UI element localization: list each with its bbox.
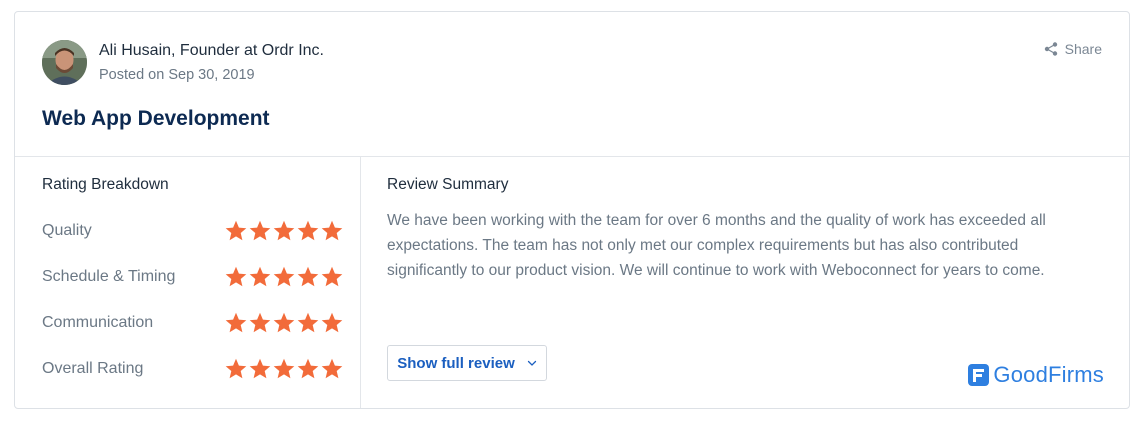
star-icon: [273, 266, 295, 287]
review-summary-text: We have been working with the team for o…: [387, 212, 1046, 279]
show-full-review-label: Show full review: [397, 354, 515, 372]
rating-row: Quality: [42, 219, 344, 243]
star-icon: [297, 266, 319, 287]
star-icon: [273, 312, 295, 333]
share-button[interactable]: Share: [1044, 41, 1102, 57]
share-icon: [1044, 42, 1057, 56]
rating-row: Overall Rating: [42, 357, 344, 381]
star-icon: [225, 312, 247, 333]
star-icon: [249, 312, 271, 333]
rating-label: Quality: [42, 222, 92, 239]
star-icon: [249, 220, 271, 241]
rating-breakdown: Rating Breakdown Quality Schedule & Timin…: [15, 156, 361, 408]
avatar: [42, 40, 87, 85]
review-title: Web App Development: [42, 107, 270, 130]
star-icon: [321, 312, 343, 333]
star-icon: [321, 220, 343, 241]
show-full-review-button[interactable]: Show full review: [387, 345, 547, 381]
star-icon: [249, 358, 271, 379]
star-rating: [224, 219, 344, 243]
rating-breakdown-heading: Rating Breakdown: [42, 176, 169, 193]
star-icon: [321, 358, 343, 379]
author-name: Ali Husain, Founder at Ordr Inc.: [99, 42, 324, 59]
goodfirms-logo-icon: [968, 364, 990, 386]
chevron-down-icon: [527, 360, 536, 366]
star-rating: [224, 357, 344, 381]
rating-row: Communication: [42, 311, 344, 335]
star-icon: [321, 266, 343, 287]
star-icon: [297, 220, 319, 241]
posted-date: Posted on Sep 30, 2019: [99, 67, 255, 83]
star-rating: [224, 311, 344, 335]
rating-row: Schedule & Timing: [42, 265, 344, 289]
star-icon: [225, 220, 247, 241]
avatar-image: [42, 40, 87, 85]
star-rating: [224, 265, 344, 289]
rating-label: Overall Rating: [42, 360, 144, 377]
star-icon: [273, 220, 295, 241]
star-icon: [225, 358, 247, 379]
rating-label: Communication: [42, 314, 154, 331]
review-summary: Review Summary We have been working with…: [360, 156, 1129, 408]
review-summary-heading: Review Summary: [387, 176, 509, 193]
star-icon: [249, 266, 271, 287]
review-header: Ali Husain, Founder at Ordr Inc. Posted …: [15, 12, 1129, 157]
goodfirms-logo-text: GoodFirms: [993, 362, 1104, 387]
star-icon: [297, 358, 319, 379]
star-icon: [225, 266, 247, 287]
goodfirms-logo: GoodFirms: [968, 362, 1104, 388]
review-card: Ali Husain, Founder at Ordr Inc. Posted …: [14, 11, 1130, 409]
share-label: Share: [1064, 41, 1102, 57]
star-icon: [297, 312, 319, 333]
star-icon: [273, 358, 295, 379]
rating-label: Schedule & Timing: [42, 268, 176, 285]
